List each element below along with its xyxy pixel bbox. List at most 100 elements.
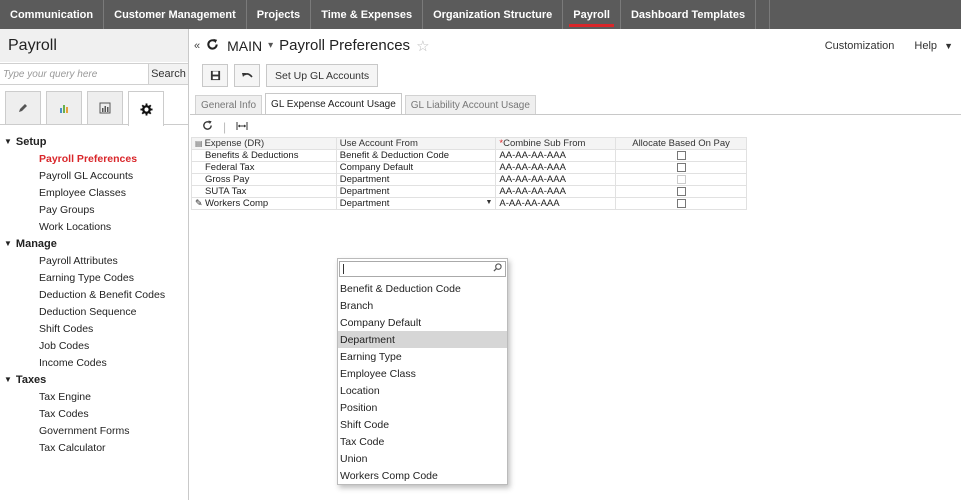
sidebar-item-income-codes[interactable]: Income Codes — [0, 354, 188, 371]
setup-gl-accounts-button[interactable]: Set Up GL Accounts — [266, 64, 379, 87]
dropdown-search-input[interactable] — [339, 261, 506, 277]
nav-time-expenses[interactable]: Time & Expenses — [311, 0, 424, 29]
nav-dashboard-templates[interactable]: Dashboard Templates — [621, 0, 757, 29]
cell-expense[interactable]: Federal Tax — [191, 161, 337, 174]
cell-combine-sub-from[interactable]: AA-AA-AA-AAA — [495, 161, 617, 174]
sidebar-group-setup[interactable]: ▼ Setup — [0, 133, 188, 150]
tab-general-info[interactable]: General Info — [195, 95, 263, 114]
cell-expense[interactable]: SUTA Tax — [191, 185, 337, 198]
dropdown-option[interactable]: Position — [338, 399, 507, 416]
dropdown-option[interactable]: Earning Type — [338, 348, 507, 365]
column-header-allocate-based-on-pay[interactable]: Allocate Based On Pay — [615, 137, 747, 150]
table-row-editing[interactable]: ✎ Workers Comp Department ▼ A-AA-AA-AAA — [191, 197, 747, 210]
cell-allocate-based-on-pay — [615, 161, 747, 174]
company-dropdown-icon[interactable]: ▾ — [268, 40, 273, 51]
dropdown-option[interactable]: Branch — [338, 297, 507, 314]
cell-use-account-from-editor[interactable]: Department ▼ — [335, 197, 497, 210]
sidebar-item-tax-calculator[interactable]: Tax Calculator — [0, 439, 188, 456]
sidebar-group-manage[interactable]: ▼ Manage — [0, 235, 188, 252]
help-menu[interactable]: Help ▼ — [914, 40, 953, 52]
column-header-expense[interactable]: ▤ Expense (DR) — [191, 137, 337, 150]
tab-gl-expense-account-usage[interactable]: GL Expense Account Usage — [265, 93, 402, 114]
dropdown-option[interactable]: Location — [338, 382, 507, 399]
sidebar-item-tax-codes[interactable]: Tax Codes — [0, 405, 188, 422]
sidebar-item-pay-groups[interactable]: Pay Groups — [0, 201, 188, 218]
chevron-down-icon: ▼ — [944, 40, 953, 51]
cell-use-account-from[interactable]: Company Default — [335, 161, 497, 174]
table-row[interactable]: Federal Tax Company Default AA-AA-AA-AAA — [191, 161, 747, 174]
sidebar-search-button[interactable]: Search — [148, 64, 188, 84]
nav-communication[interactable]: Communication — [0, 0, 105, 29]
cell-combine-sub-from[interactable]: AA-AA-AA-AAA — [495, 149, 617, 162]
sidebar-item-tax-engine[interactable]: Tax Engine — [0, 388, 188, 405]
grid-refresh-icon[interactable] — [202, 120, 213, 134]
sidebar-item-shift-codes[interactable]: Shift Codes — [0, 320, 188, 337]
sidebar-tree: ▼ Setup Payroll Preferences Payroll GL Ac… — [0, 125, 188, 456]
dropdown-option[interactable]: Benefit & Deduction Code — [338, 280, 507, 297]
cell-allocate-based-on-pay — [615, 149, 747, 162]
nav-projects[interactable]: Projects — [247, 0, 312, 29]
nav-payroll[interactable]: Payroll — [563, 0, 621, 29]
save-button[interactable] — [202, 64, 228, 87]
dropdown-option[interactable]: Union — [338, 450, 507, 467]
sidebar-item-government-forms[interactable]: Government Forms — [0, 422, 188, 439]
sidebar-item-work-locations[interactable]: Work Locations — [0, 218, 188, 235]
cell-combine-sub-from[interactable]: AA-AA-AA-AAA — [495, 185, 617, 198]
caret-down-icon: ▼ — [4, 137, 12, 146]
company-selector[interactable]: MAIN — [227, 38, 262, 54]
star-icon[interactable]: ☆ — [416, 37, 429, 55]
dropdown-option-selected[interactable]: Department — [338, 331, 507, 348]
allocate-checkbox[interactable] — [676, 186, 686, 196]
tab-gl-liability-account-usage[interactable]: GL Liability Account Usage — [404, 95, 536, 114]
cell-combine-sub-from[interactable]: A-AA-AA-AAA — [495, 197, 617, 210]
allocate-checkbox-disabled — [676, 174, 686, 184]
cell-use-account-from[interactable]: Department — [335, 173, 497, 186]
nav-organization-structure[interactable]: Organization Structure — [423, 0, 564, 29]
sidebar-item-payroll-preferences[interactable]: Payroll Preferences — [0, 150, 188, 167]
sidebar-item-payroll-attributes[interactable]: Payroll Attributes — [0, 252, 188, 269]
nav-customer-management[interactable]: Customer Management — [104, 0, 247, 29]
cell-allocate-based-on-pay — [615, 197, 747, 210]
gear-icon[interactable] — [128, 91, 164, 126]
customization-menu[interactable]: Customization — [825, 40, 895, 52]
dropdown-caret-icon[interactable]: ▼ — [485, 199, 492, 206]
allocate-checkbox[interactable] — [676, 150, 686, 160]
sidebar-item-deduction-sequence[interactable]: Deduction Sequence — [0, 303, 188, 320]
page-title: Payroll Preferences — [279, 37, 411, 54]
fit-columns-icon[interactable] — [236, 120, 248, 134]
collapse-sidebar-icon[interactable]: « — [194, 40, 200, 52]
cell-use-account-from[interactable]: Department — [335, 185, 497, 198]
report-icon[interactable] — [87, 91, 123, 124]
table-row[interactable]: Benefits & Deductions Benefit & Deductio… — [191, 149, 747, 162]
refresh-icon[interactable] — [206, 38, 219, 54]
dropdown-option[interactable]: Employee Class — [338, 365, 507, 382]
allocate-checkbox[interactable] — [676, 198, 686, 208]
column-header-combine-sub-from[interactable]: *Combine Sub From — [495, 137, 617, 150]
table-row[interactable]: SUTA Tax Department AA-AA-AA-AAA — [191, 185, 747, 198]
cell-expense[interactable]: Benefits & Deductions — [191, 149, 337, 162]
text-cursor — [343, 264, 344, 274]
column-header-use-account-from[interactable]: Use Account From — [335, 137, 497, 150]
dropdown-option[interactable]: Company Default — [338, 314, 507, 331]
sidebar-item-deduction-benefit-codes[interactable]: Deduction & Benefit Codes — [0, 286, 188, 303]
cell-use-account-from[interactable]: Benefit & Deduction Code — [335, 149, 497, 162]
sidebar-item-payroll-gl-accounts[interactable]: Payroll GL Accounts — [0, 167, 188, 184]
sidebar-item-job-codes[interactable]: Job Codes — [0, 337, 188, 354]
allocate-checkbox[interactable] — [676, 162, 686, 172]
caret-down-icon: ▼ — [4, 375, 12, 384]
pencil-icon[interactable] — [5, 91, 41, 124]
sidebar-search-input[interactable]: Type your query here — [0, 64, 148, 84]
sidebar-item-earning-type-codes[interactable]: Earning Type Codes — [0, 269, 188, 286]
dropdown-option[interactable]: Tax Code — [338, 433, 507, 450]
cell-expense[interactable]: Gross Pay — [191, 173, 337, 186]
cell-combine-sub-from[interactable]: AA-AA-AA-AAA — [495, 173, 617, 186]
cell-expense[interactable]: ✎ Workers Comp — [191, 197, 337, 210]
dropdown-option[interactable]: Shift Code — [338, 416, 507, 433]
sidebar-item-employee-classes[interactable]: Employee Classes — [0, 184, 188, 201]
undo-button[interactable] — [234, 64, 260, 87]
bar-chart-icon[interactable] — [46, 91, 82, 124]
dropdown-option[interactable]: Workers Comp Code — [338, 467, 507, 484]
sidebar-group-taxes[interactable]: ▼ Taxes — [0, 371, 188, 388]
table-row[interactable]: Gross Pay Department AA-AA-AA-AAA — [191, 173, 747, 186]
grid-menu-icon[interactable]: ▤ — [195, 139, 203, 148]
